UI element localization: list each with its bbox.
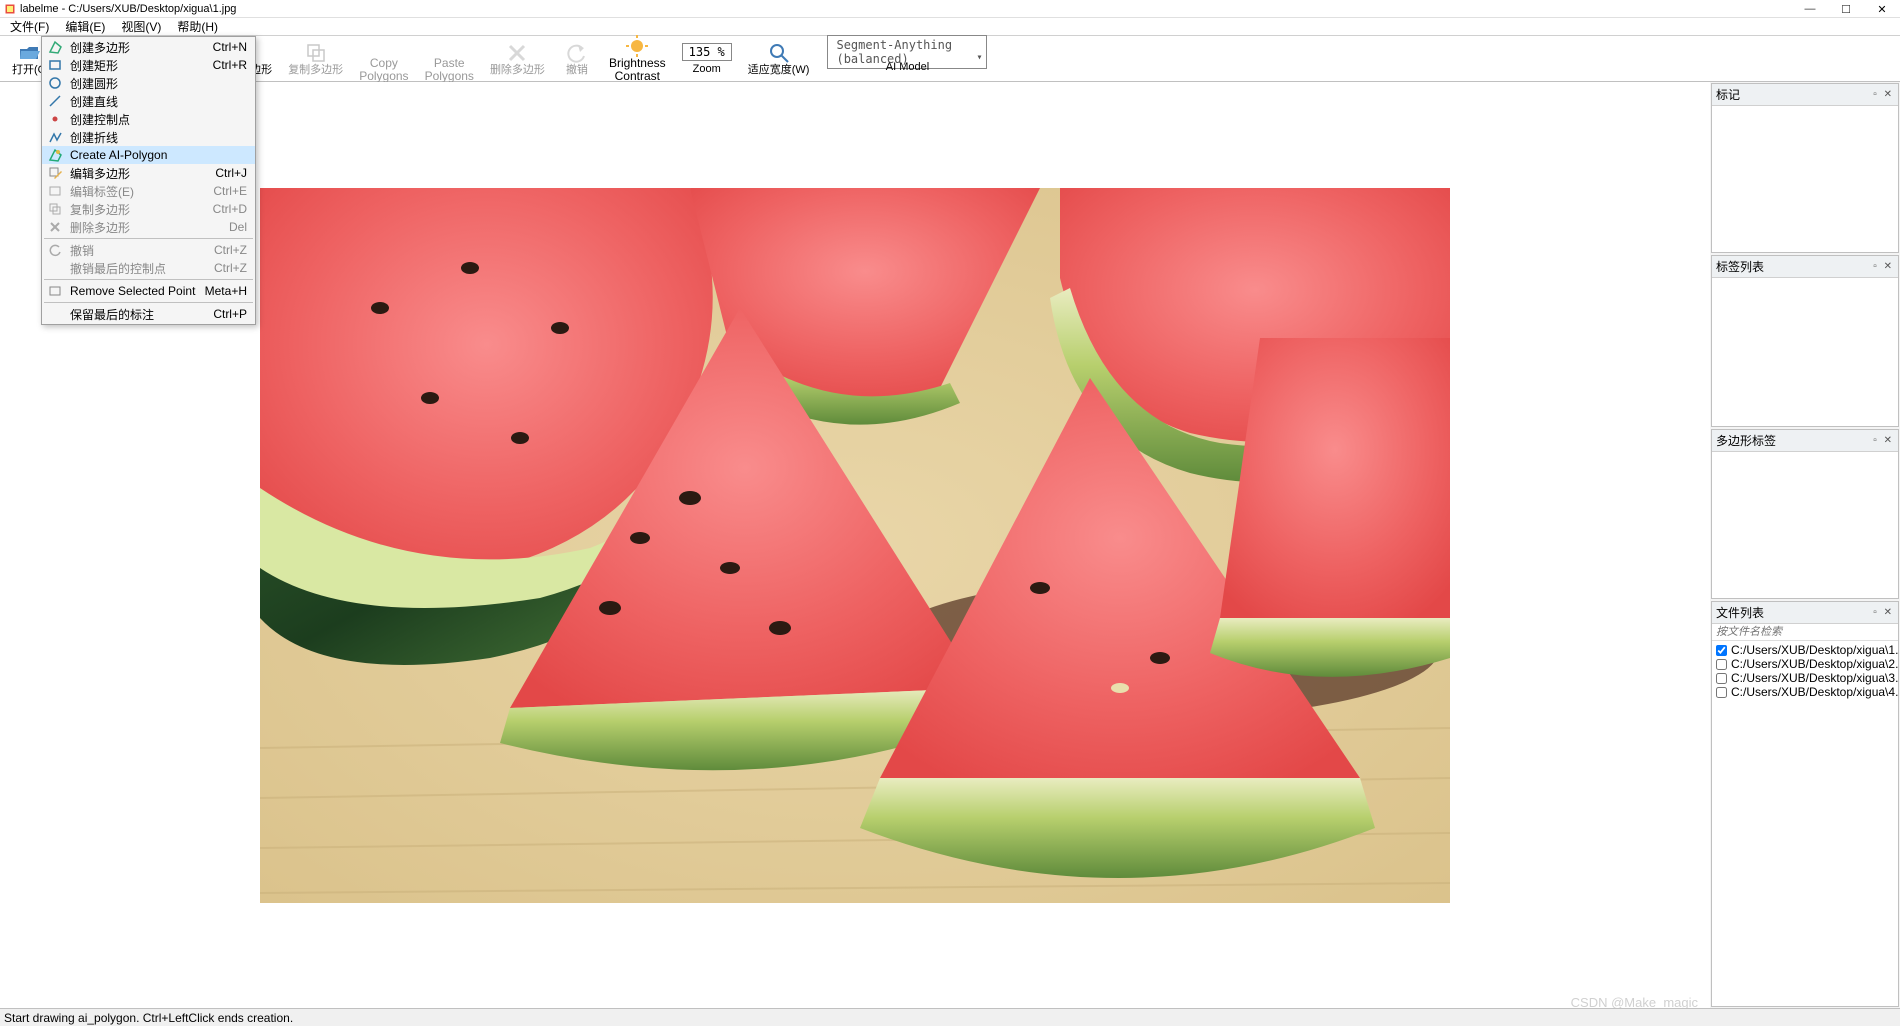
menuitem-create-polygon[interactable]: 创建多边形Ctrl+N [42,38,255,56]
menuitem-edit-polygon[interactable]: 编辑多边形Ctrl+J [42,164,255,182]
tool-brightness-contrast[interactable]: BrightnessContrast [601,33,674,85]
menuitem-keep-prev[interactable]: 保留最后的标注Ctrl+P [42,305,255,323]
menu-help[interactable]: 帮助(H) [169,18,226,35]
file-item-checkbox[interactable] [1716,687,1727,698]
fit-width-icon [768,42,790,64]
menuitem-create-linestrip[interactable]: 创建折线 [42,128,255,146]
line-icon [46,94,64,108]
app-icon [4,3,16,15]
menu-separator [44,238,253,239]
panel-controls-icon[interactable]: ▫ ✕ [1873,89,1894,100]
tool-fit-width[interactable]: 适应宽度(W) [740,40,818,78]
tool-delete-polygon: 删除多边形 [482,40,553,78]
titlebar: labelme - C:/Users/XUB/Desktop/xigua\1.j… [0,0,1900,18]
file-search-input[interactable] [1712,624,1898,641]
menuitem-create-line[interactable]: 创建直线 [42,92,255,110]
window-close-button[interactable]: ✕ [1864,0,1900,18]
menu-edit[interactable]: 编辑(E) [57,18,113,35]
right-sidebar: 标记 ▫ ✕ 标签列表 ▫ ✕ 多边形标签 ▫ ✕ 文件列表 ▫ ✕ C:/Users/… [1710,82,1900,1008]
panel-labels-title: 标签列表 [1716,258,1764,275]
panel-controls-icon[interactable]: ▫ ✕ [1873,435,1894,446]
file-item-path: C:/Users/XUB/Desktop/xigua\1.jpg [1731,643,1898,657]
menuitem-create-point[interactable]: 创建控制点 [42,110,255,128]
panel-file-list: 文件列表 ▫ ✕ C:/Users/XUB/Desktop/xigua\1.jpg… [1711,601,1899,1007]
workspace: CSDN @Make_magic 标记 ▫ ✕ 标签列表 ▫ ✕ 多边形标签 ▫ ✕ … [0,82,1900,1008]
toolbar: 打开(O (S) 删除(D) 创建多边形 编辑多边形 复制多边形 CopyPol… [0,36,1900,82]
menuitem-create-ai-polygon[interactable]: Create AI-Polygon [42,146,255,164]
file-item[interactable]: C:/Users/XUB/Desktop/xigua\3.jpg [1714,671,1896,685]
window-minimize-button[interactable]: — [1792,0,1828,18]
menuitem-edit-label: 编辑标签(E)Ctrl+E [42,182,255,200]
panel-flags-title: 标记 [1716,86,1740,103]
file-item-checkbox[interactable] [1716,659,1727,670]
undo-icon [46,243,64,257]
open-icon [18,42,40,64]
menuitem-remove-selected-point[interactable]: Remove Selected PointMeta+H [42,282,255,300]
copy-icon [305,42,327,64]
dup-icon [46,202,64,216]
panel-controls-icon[interactable]: ▫ ✕ [1873,261,1894,272]
polygon-icon [46,40,64,54]
del-icon [46,220,64,234]
panel-flags: 标记 ▫ ✕ [1711,83,1899,253]
circle-icon [46,76,64,90]
file-item[interactable]: C:/Users/XUB/Desktop/xigua\4.jpg [1714,685,1896,699]
menu-separator [44,279,253,280]
tool-paste-polygons: PastePolygons [417,33,482,85]
file-item[interactable]: C:/Users/XUB/Desktop/xigua\2.jpg [1714,657,1896,671]
tool-copy-polygon: 复制多边形 [280,40,351,78]
statusbar: Start drawing ai_polygon. Ctrl+LeftClick… [0,1008,1900,1026]
tool-undo: 撤销 [553,40,601,78]
file-item-path: C:/Users/XUB/Desktop/xigua\4.jpg [1731,685,1898,699]
file-list[interactable]: C:/Users/XUB/Desktop/xigua\1.jpgC:/Users… [1712,641,1898,1006]
tool-copy-polygons: CopyPolygons [351,33,416,85]
delete-poly-icon [506,42,528,64]
ai-polygon-icon [46,148,64,162]
flags-list[interactable] [1712,106,1898,252]
menu-file[interactable]: 文件(F) [2,18,57,35]
menuitem-undo-last-point: 撤销最后的控制点Ctrl+Z [42,259,255,277]
file-item-path: C:/Users/XUB/Desktop/xigua\3.jpg [1731,671,1898,685]
menu-view[interactable]: 视图(V) [113,18,169,35]
menu-separator [44,302,253,303]
remove-point-icon [46,284,64,298]
file-item-path: C:/Users/XUB/Desktop/xigua\2.jpg [1731,657,1898,671]
edit-icon [46,166,64,180]
file-item-checkbox[interactable] [1716,673,1727,684]
menuitem-del-polygon: 删除多边形Del [42,218,255,236]
label-icon [46,184,64,198]
panel-polys-title: 多边形标签 [1716,432,1776,449]
menuitem-undo: 撤销Ctrl+Z [42,241,255,259]
point-icon [46,112,64,126]
status-text: Start drawing ai_polygon. Ctrl+LeftClick… [4,1011,293,1025]
menuitem-create-circle[interactable]: 创建圆形 [42,74,255,92]
canvas[interactable]: CSDN @Make_magic [0,82,1710,1008]
panel-files-title: 文件列表 [1716,604,1764,621]
window-maximize-button[interactable]: ☐ [1828,0,1864,18]
tool-ai-model[interactable]: Segment-Anything (balanced) AI Model [817,33,997,85]
linestrip-icon [46,130,64,144]
file-item[interactable]: C:/Users/XUB/Desktop/xigua\1.jpg [1714,643,1896,657]
tool-zoom[interactable]: 135 % Zoom [674,41,740,77]
menuitem-dup-polygon: 复制多边形Ctrl+D [42,200,255,218]
brightness-icon [626,35,648,57]
watermark: CSDN @Make_magic [1571,995,1698,1008]
labels-list[interactable] [1712,278,1898,426]
undo-icon [566,42,588,64]
file-item-checkbox[interactable] [1716,645,1727,656]
rect-icon [46,58,64,72]
panel-label-list: 标签列表 ▫ ✕ [1711,255,1899,427]
panel-polygon-labels: 多边形标签 ▫ ✕ [1711,429,1899,599]
panel-controls-icon[interactable]: ▫ ✕ [1873,607,1894,618]
edit-menu-popup: 创建多边形Ctrl+N 创建矩形Ctrl+R 创建圆形 创建直线 创建控制点 创… [41,36,256,325]
zoom-value[interactable]: 135 % [682,43,732,61]
menuitem-create-rect[interactable]: 创建矩形Ctrl+R [42,56,255,74]
window-title: labelme - C:/Users/XUB/Desktop/xigua\1.j… [20,3,236,15]
polygons-list[interactable] [1712,452,1898,598]
canvas-image [260,188,1450,903]
